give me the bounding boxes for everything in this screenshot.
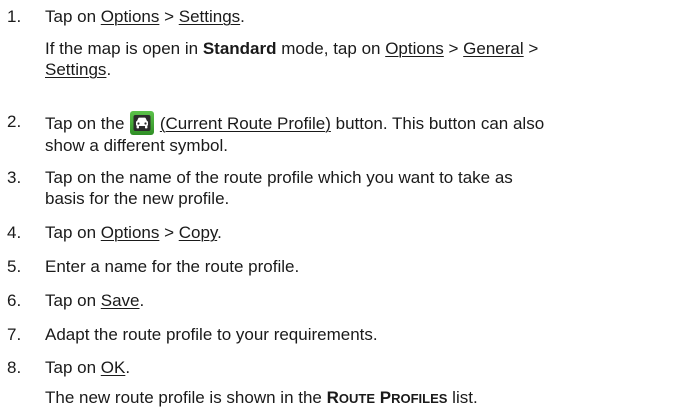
step-number: 1.	[7, 7, 22, 26]
options-link[interactable]: Options	[385, 39, 444, 58]
step-body: Adapt the route profile to your requirem…	[45, 324, 675, 345]
step-number: 3.	[7, 168, 22, 187]
step-number: 5.	[7, 257, 22, 276]
options-link[interactable]: Options	[101, 223, 160, 242]
step-text: Tap on the name of the route profile whi…	[45, 168, 513, 208]
step-text: Enter a name for the route profile.	[45, 257, 300, 276]
step-body: Tap on the (Current Route Profile) butto…	[45, 111, 675, 156]
current-route-profile-link[interactable]: (Current Route Profile)	[160, 114, 331, 133]
step-number: 2.	[7, 112, 22, 131]
step-number: 4.	[7, 223, 22, 242]
settings-link[interactable]: Settings	[45, 60, 106, 79]
car-route-profile-icon[interactable]	[130, 111, 155, 135]
step-number: 6.	[7, 291, 22, 310]
step-text: Tap on Options > Settings.	[45, 7, 245, 26]
step-body: Tap on Save.	[45, 290, 675, 311]
step-text: Adapt the route profile to your requirem…	[45, 325, 378, 344]
route-profiles-list-name: ROUTE PROFILES	[326, 388, 448, 407]
step-body: Tap on the name of the route profile whi…	[45, 167, 675, 209]
step-body: Enter a name for the route profile.	[45, 256, 675, 277]
step-body: Tap on OK. The new route profile is show…	[45, 357, 675, 409]
step-body: Tap on Options > Settings. If the map is…	[45, 6, 675, 80]
copy-link[interactable]: Copy	[179, 223, 217, 242]
step-text: Tap on Save.	[45, 291, 145, 310]
save-link[interactable]: Save	[101, 291, 140, 310]
ok-link[interactable]: OK	[101, 358, 126, 377]
step-body: Tap on Options > Copy.	[45, 222, 675, 243]
settings-link[interactable]: Settings	[179, 7, 240, 26]
step-note: If the map is open in Standard mode, tap…	[45, 39, 539, 79]
general-link[interactable]: General	[463, 39, 523, 58]
step-number: 8.	[7, 358, 22, 377]
step-text: Tap on OK.	[45, 358, 131, 377]
options-link[interactable]: Options	[101, 7, 160, 26]
step-text: Tap on Options > Copy.	[45, 223, 222, 242]
step-number: 7.	[7, 325, 22, 344]
step-text: Tap on the (Current Route Profile) butto…	[45, 111, 675, 156]
standard-mode-label: Standard	[202, 39, 277, 58]
